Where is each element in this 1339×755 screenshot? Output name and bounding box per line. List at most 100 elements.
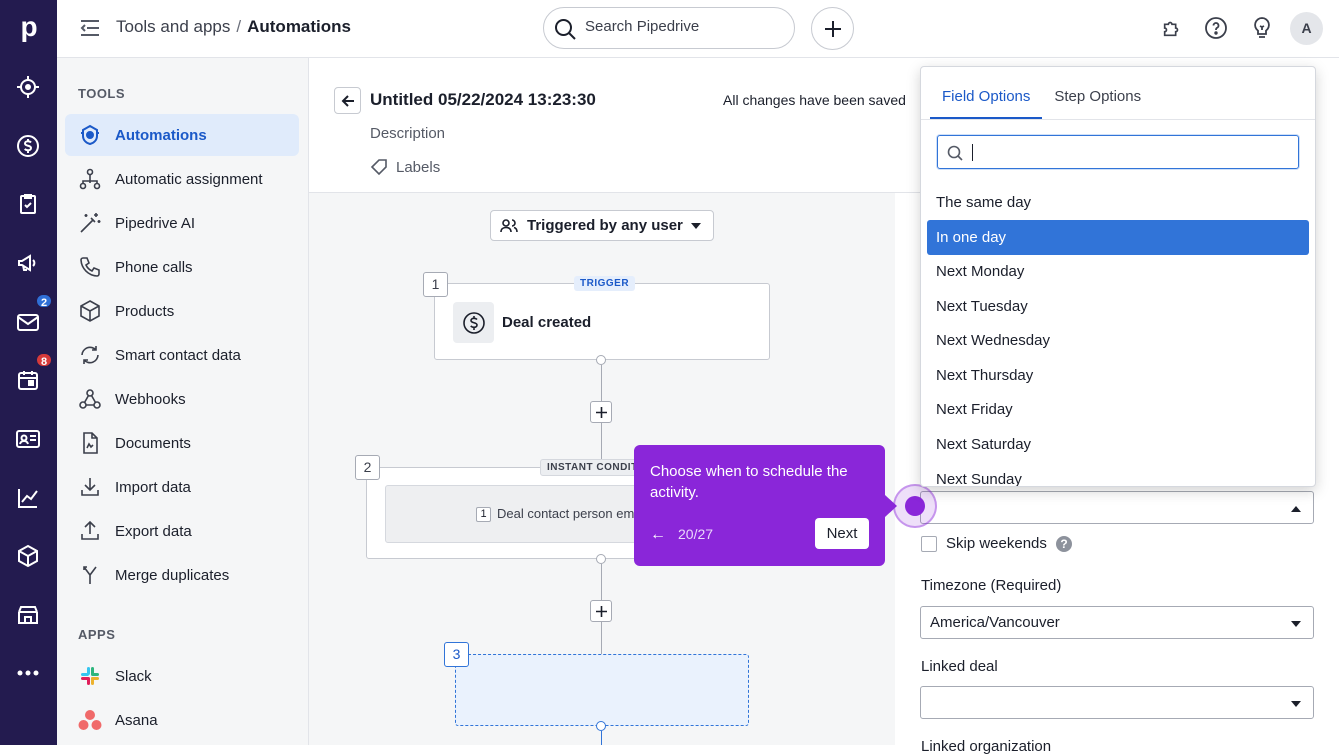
user-avatar[interactable]: A [1290,12,1323,45]
marketplace-icon[interactable] [15,602,41,628]
tooltip-prev-arrow-icon[interactable]: ← [650,526,666,544]
insights-icon[interactable] [15,485,41,511]
sidebar-item-asana[interactable]: Asana [65,699,299,741]
menu-toggle-icon[interactable] [79,18,103,40]
save-status: All changes have been saved [723,92,906,108]
slack-icon [77,663,103,689]
sidebar-item-merge-duplicates[interactable]: Merge duplicates [65,554,299,596]
merge-icon [77,562,103,588]
add-step-button[interactable] [590,600,612,622]
timezone-select[interactable]: America/Vancouver [920,606,1314,639]
quick-add-button[interactable] [811,7,854,50]
option-next-monday[interactable]: Next Monday [927,254,1309,289]
breadcrumb: Tools and apps / Automations [116,17,351,37]
sidebar-item-export-data[interactable]: Export data [65,510,299,552]
dropdown-search-input[interactable] [937,135,1299,169]
search-icon [555,19,576,40]
help-question-icon[interactable]: ? [1056,536,1072,552]
tour-beacon[interactable] [893,484,937,528]
option-next-thursday[interactable]: Next Thursday [927,358,1309,393]
search-input[interactable] [585,18,775,35]
connector [601,365,602,403]
step-number: 2 [355,455,380,480]
webhook-icon [77,386,103,412]
sidebar-item-smart-contact-data[interactable]: Smart contact data [65,334,299,376]
sidebar-item-documents[interactable]: Documents [65,422,299,464]
sidebar-item-products[interactable]: Products [65,290,299,332]
sidebar-item-label: Import data [115,478,191,496]
tab-step-options[interactable]: Step Options [1042,78,1153,119]
connector-dot [596,554,606,564]
sidebar-item-phone-calls[interactable]: Phone calls [65,246,299,288]
leads-icon[interactable] [15,74,41,100]
option-next-friday[interactable]: Next Friday [927,392,1309,427]
sidebar-item-automations[interactable]: Automations [65,114,299,156]
triggered-by-label: Triggered by any user [527,217,683,234]
option-next-saturday[interactable]: Next Saturday [927,427,1309,462]
labels-field[interactable]: Labels [370,158,440,176]
sidebar-item-pipedrive-ai[interactable]: Pipedrive AI [65,202,299,244]
tools-heading: TOOLS [78,86,126,101]
linked-deal-select[interactable] [920,686,1314,719]
description-field[interactable]: Description [370,125,445,142]
sidebar-item-slack[interactable]: Slack [65,655,299,697]
help-icon[interactable] [1203,15,1229,41]
sidebar-item-label: Pipedrive AI [115,214,196,232]
mail-badge: 2 [35,293,53,309]
tooltip-next-button[interactable]: Next [815,518,869,549]
option-next-sunday[interactable]: Next Sunday [927,462,1309,486]
tabs-divider [921,119,1315,120]
search-icon [947,145,963,161]
connector [601,731,602,745]
pipedrive-logo[interactable]: p [14,12,44,42]
tab-field-options[interactable]: Field Options [930,78,1043,119]
trigger-title: Deal created [502,314,592,331]
new-action-node[interactable] [455,654,749,726]
due-date-select[interactable] [920,491,1314,524]
phone-icon [77,254,103,280]
document-icon [77,430,103,456]
sidebar-item-automatic-assignment[interactable]: Automatic assignment [65,158,299,200]
option-the-same-day[interactable]: The same day [927,185,1309,220]
connector-dot [596,721,606,731]
option-next-wednesday[interactable]: Next Wednesday [927,323,1309,358]
trigger-node[interactable]: Deal created [434,283,770,360]
tag-icon [370,159,387,176]
more-icon[interactable] [15,660,41,686]
skip-weekends-checkbox[interactable] [921,536,937,552]
global-search[interactable] [543,7,795,49]
asana-icon [77,707,103,733]
calendar-icon[interactable] [15,367,41,393]
top-bar: Tools and apps / Automations A [57,0,1339,58]
deals-icon[interactable] [15,133,41,159]
export-icon [77,518,103,544]
chevron-up-icon [1291,506,1301,512]
breadcrumb-parent[interactable]: Tools and apps [116,17,230,36]
sidebar-item-webhooks[interactable]: Webhooks [65,378,299,420]
sidebar-item-import-data[interactable]: Import data [65,466,299,508]
mail-icon[interactable] [15,309,41,335]
contacts-icon[interactable] [15,426,41,452]
back-button[interactable] [334,87,361,114]
onboarding-tooltip: Choose when to schedule the activity. ← … [634,445,897,566]
extensions-icon[interactable] [1159,15,1185,41]
timezone-value: America/Vancouver [930,614,1060,631]
products-rail-icon[interactable] [15,543,41,569]
tips-lightbulb-icon[interactable] [1249,15,1275,41]
breadcrumb-current: Automations [247,17,351,36]
tooltip-step-counter: 20/27 [678,526,714,542]
arrow-left-icon [341,94,354,107]
automation-title[interactable]: Untitled 05/22/2024 13:23:30 [370,90,596,110]
option-next-tuesday[interactable]: Next Tuesday [927,289,1309,324]
projects-icon[interactable] [15,191,41,217]
sync-icon [77,342,103,368]
connector [601,622,602,654]
campaigns-icon[interactable] [15,250,41,276]
add-step-button[interactable] [590,401,612,423]
chevron-down-icon [1291,621,1301,627]
product-box-icon [77,298,103,324]
option-in-one-day[interactable]: In one day [927,220,1309,255]
automation-header: Untitled 05/22/2024 13:23:30 All changes… [309,58,921,193]
triggered-by-dropdown[interactable]: Triggered by any user [490,210,714,241]
step-number: 3 [444,642,469,667]
